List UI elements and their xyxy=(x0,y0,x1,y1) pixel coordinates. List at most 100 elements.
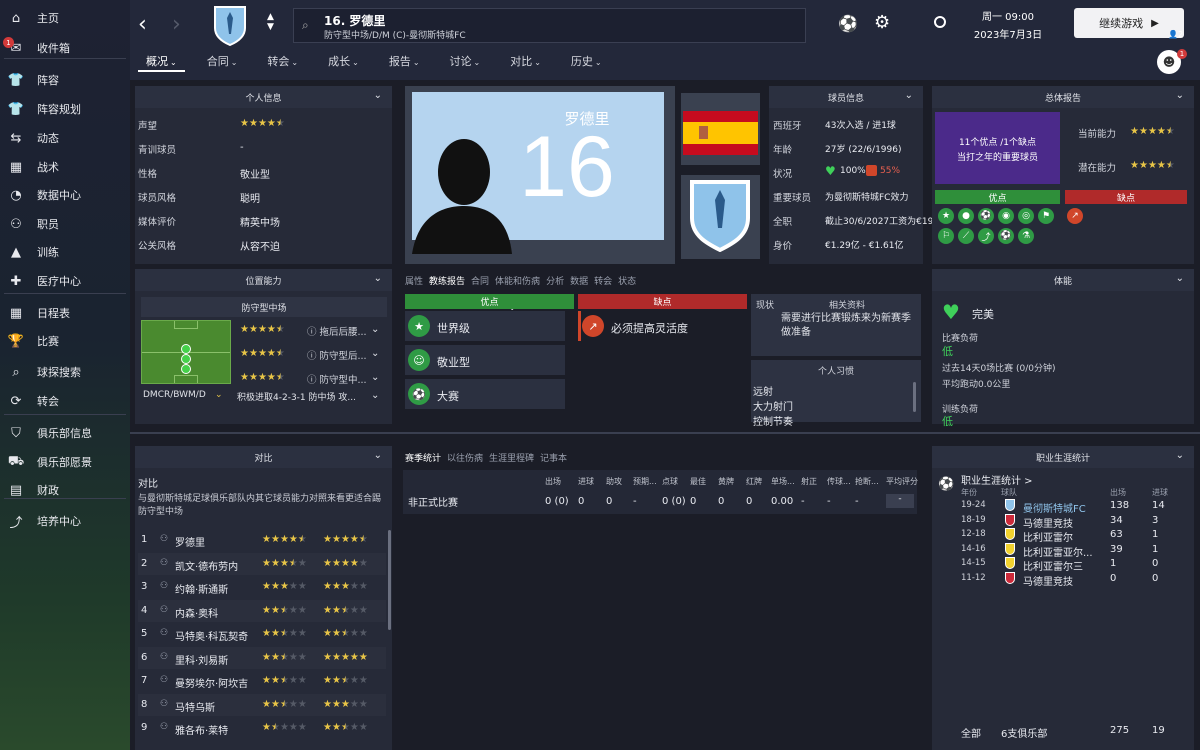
compare-player-name[interactable]: 罗德里 xyxy=(175,534,205,549)
sidebar-item-9[interactable]: ✚ 医疗中心 xyxy=(0,269,130,293)
season-tab[interactable]: 生涯里程碑 xyxy=(489,451,534,464)
chevron-down-icon[interactable]: ⌄ xyxy=(1176,273,1184,284)
chevron-down-icon[interactable]: ⌄ xyxy=(371,390,379,401)
season-col-header[interactable]: 预期... xyxy=(633,476,657,487)
back-arrow-icon[interactable]: ‹ xyxy=(138,12,147,37)
compare-scrollbar[interactable] xyxy=(388,530,391,630)
position-role-label[interactable]: ⓘ 防守型中... xyxy=(307,372,367,386)
compare-header[interactable]: 对比 ⌄ xyxy=(135,446,392,468)
position-role-label[interactable]: ⓘ 拖后后腰... xyxy=(307,324,367,338)
compare-player-name[interactable]: 里科·刘易斯 xyxy=(175,652,228,667)
career-team[interactable]: 比利亚雷尔 xyxy=(1023,529,1073,544)
season-tab[interactable]: 赛季统计 xyxy=(405,451,441,464)
season-col-header[interactable]: 平均评分 xyxy=(886,476,918,487)
sidebar-item-3[interactable]: 👕 阵容规划 xyxy=(0,97,130,121)
tab-2[interactable]: 转会 ⌄ xyxy=(259,50,306,72)
tactic-label[interactable]: 积极进取4-2-3-1 防中场 攻... xyxy=(237,390,356,403)
tab-7[interactable]: 历史 ⌄ xyxy=(563,50,610,72)
compare-player-name[interactable]: 约翰·斯通斯 xyxy=(175,581,228,596)
season-col-header[interactable]: 最佳 xyxy=(690,476,706,487)
compare-player-name[interactable]: 凯文·德布劳内 xyxy=(175,558,238,573)
coach-tab[interactable]: 转会 xyxy=(594,274,612,287)
season-col-header[interactable]: 黄牌 xyxy=(718,476,734,487)
coach-tab[interactable]: 合同 xyxy=(471,274,489,287)
sidebar-item-8[interactable]: ▲ 训练 xyxy=(0,240,130,264)
tab-0[interactable]: 概况 ⌄ xyxy=(138,50,185,72)
gear-icon[interactable]: ⚙ xyxy=(874,12,890,33)
search-icon[interactable]: ⌕ xyxy=(302,18,309,33)
chevron-down-icon[interactable]: ⌄ xyxy=(371,372,379,383)
season-col-header[interactable]: 抢断... xyxy=(855,476,879,487)
coach-tab[interactable]: 体能和伤病 xyxy=(495,274,540,287)
position-code[interactable]: DMCR/BWM/D xyxy=(143,390,206,400)
player-switch-icon[interactable]: ▲ ▼ xyxy=(267,12,274,32)
sidebar-item-4[interactable]: ⇆ 动态 xyxy=(0,126,130,150)
compare-player-name[interactable]: 内森·奥科 xyxy=(175,605,218,620)
career-team[interactable]: 比利亚雷尔三 xyxy=(1023,558,1083,573)
season-col-header[interactable]: 进球 xyxy=(578,476,594,487)
compare-player-name[interactable]: 曼努埃尔·阿坎吉 xyxy=(175,675,248,690)
career-team[interactable]: 比利亚雷亚尔... xyxy=(1023,544,1093,559)
network-icon[interactable] xyxy=(934,16,946,28)
sidebar-item-10[interactable]: ▦ 日程表 xyxy=(0,301,130,325)
sidebar-item-13[interactable]: ⟳ 转会 xyxy=(0,389,130,413)
season-col-header[interactable]: 红牌 xyxy=(746,476,762,487)
player-info-header[interactable]: 球员信息 ⌄ xyxy=(769,86,923,108)
sidebar-item-2[interactable]: 👕 阵容 xyxy=(0,68,130,92)
manager-icon[interactable]: 👤2 xyxy=(1168,30,1183,39)
chevron-down-icon[interactable]: ⌄ xyxy=(374,450,382,461)
compare-player-name[interactable]: 雅各布·莱特 xyxy=(175,722,228,737)
coach-tab[interactable]: 数据 xyxy=(570,274,588,287)
season-col-header[interactable]: 单场... xyxy=(771,476,795,487)
career-heading[interactable]: 职业生涯统计 > xyxy=(961,472,1033,487)
tab-6[interactable]: 对比 ⌄ xyxy=(502,50,549,72)
fitness-header[interactable]: 体能 ⌄ xyxy=(932,269,1194,291)
sidebar-item-17[interactable]: ⤴ 培养中心 xyxy=(0,509,130,533)
tab-3[interactable]: 成长 ⌄ xyxy=(320,50,367,72)
chevron-down-icon[interactable]: ⌄ xyxy=(371,324,379,335)
position-select[interactable]: 防守型中场⌄ xyxy=(141,297,516,317)
sidebar-item-5[interactable]: ▦ 战术 xyxy=(0,155,130,179)
player-title-box[interactable]: ⌕ 16. 罗德里 防守型中场/D/M (C)-曼彻斯特城FC xyxy=(293,8,806,43)
sidebar-item-0[interactable]: ⌂ 主页 xyxy=(0,6,130,30)
career-team[interactable]: 曼彻斯特城FC xyxy=(1023,500,1086,515)
season-tab[interactable]: 以往伤病 xyxy=(447,451,483,464)
tab-1[interactable]: 合同 ⌄ xyxy=(199,50,246,72)
position-role-label[interactable]: ⓘ 防守型后... xyxy=(307,348,367,362)
tab-5[interactable]: 讨论 ⌄ xyxy=(442,50,489,72)
position-header[interactable]: 位置能力 ⌄ xyxy=(135,269,392,291)
forward-arrow-icon[interactable]: › xyxy=(172,12,181,37)
coach-tab[interactable]: 状态 xyxy=(618,274,636,287)
career-team[interactable]: 马德里竞技 xyxy=(1023,515,1073,530)
career-header[interactable]: 职业生涯统计 ⌄ xyxy=(932,446,1194,468)
chevron-down-icon[interactable]: ⌄ xyxy=(905,90,913,101)
compare-player-name[interactable]: 马特奥·科瓦契奇 xyxy=(175,628,248,643)
career-team[interactable]: 马德里竞技 xyxy=(1023,573,1073,588)
chevron-down-icon[interactable]: ⌄ xyxy=(374,90,382,101)
sidebar-item-7[interactable]: ⚇ 职员 xyxy=(0,212,130,236)
sidebar-item-12[interactable]: ⌕ 球探搜索 xyxy=(0,360,130,384)
sidebar-item-1[interactable]: ✉ 收件箱 1 xyxy=(0,36,130,60)
chevron-down-icon[interactable]: ⌄ xyxy=(1176,90,1184,101)
season-col-header[interactable]: 射正 xyxy=(801,476,817,487)
season-col-header[interactable]: 点球 xyxy=(662,476,678,487)
season-tab[interactable]: 记事本 xyxy=(540,451,567,464)
sidebar-item-6[interactable]: ◔ 数据中心 xyxy=(0,183,130,207)
tab-4[interactable]: 报告 ⌄ xyxy=(381,50,428,72)
season-col-header[interactable]: 传球... xyxy=(827,476,851,487)
compare-player-name[interactable]: 马特乌斯 xyxy=(175,699,215,714)
coach-tab[interactable]: 教练报告 xyxy=(429,274,465,287)
personal-info-header[interactable]: 个人信息 ⌄ xyxy=(135,86,392,108)
chevron-down-icon[interactable]: ⌄ xyxy=(371,348,379,359)
coach-tab[interactable]: 分析 xyxy=(546,274,564,287)
sidebar-item-11[interactable]: 🏆 比赛 xyxy=(0,329,130,353)
habits-scrollbar[interactable] xyxy=(913,382,916,412)
football-icon[interactable]: ⚽ xyxy=(838,14,858,33)
season-col-header[interactable]: 助攻 xyxy=(606,476,622,487)
season-col-header[interactable]: 出场 xyxy=(545,476,561,487)
chevron-down-icon[interactable]: ⌄ xyxy=(1176,450,1184,461)
overall-report-header[interactable]: 总体报告 ⌄ xyxy=(932,86,1194,108)
chevron-down-icon[interactable]: ⌄ xyxy=(374,273,382,284)
coach-tab[interactable]: 属性 xyxy=(405,274,423,287)
sidebar-item-14[interactable]: ⛉ 俱乐部信息 xyxy=(0,421,130,445)
